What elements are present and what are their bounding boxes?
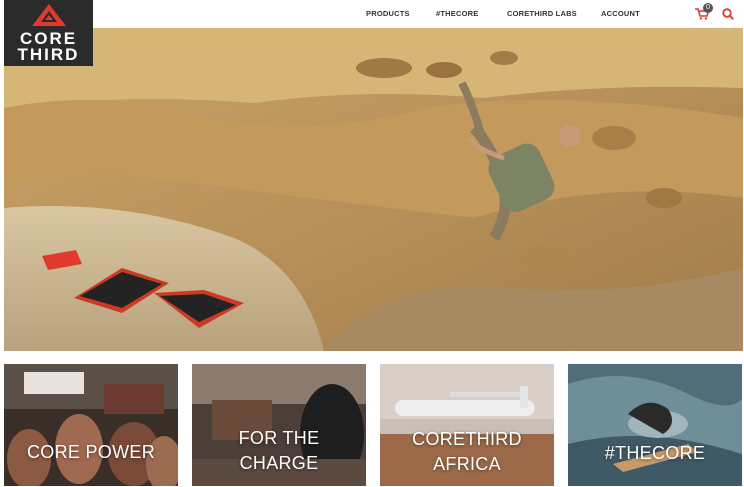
tile-for-the-charge-line1: FOR THE: [238, 428, 320, 448]
tile-thecore-label: #THECORE: [604, 443, 706, 463]
tile-for-the-charge-line2: CHARGE: [239, 453, 319, 473]
tile-corethird-africa-line1: CORETHIRD: [412, 429, 522, 449]
mountain-logo-icon: [32, 4, 66, 26]
search-icon[interactable]: [722, 8, 734, 20]
corethird-logo[interactable]: CORE THIRD: [4, 0, 93, 66]
nav-products[interactable]: PRODUCTS: [366, 9, 410, 18]
tile-core-power[interactable]: CORE POWER: [4, 364, 178, 486]
site-header: CORE THIRD PRODUCTS #THECORE CORETHIRD L…: [0, 0, 744, 66]
tile-core-power-label: CORE POWER: [26, 442, 155, 462]
hero-image: [4, 28, 743, 351]
logo-text-third: THIRD: [17, 45, 80, 64]
tile-for-the-charge[interactable]: FOR THE CHARGE: [192, 364, 366, 486]
tile-corethird-africa[interactable]: CORETHIRD AFRICA: [380, 364, 554, 486]
nav-corethird-labs[interactable]: CORETHIRD LABS: [507, 9, 577, 18]
tile-thecore[interactable]: #THECORE: [568, 364, 742, 486]
cart-count-badge: 0: [703, 3, 713, 13]
nav-account[interactable]: ACCOUNT: [601, 9, 640, 18]
tile-corethird-africa-line2: AFRICA: [433, 454, 501, 474]
nav-thecore[interactable]: #THECORE: [436, 9, 478, 18]
